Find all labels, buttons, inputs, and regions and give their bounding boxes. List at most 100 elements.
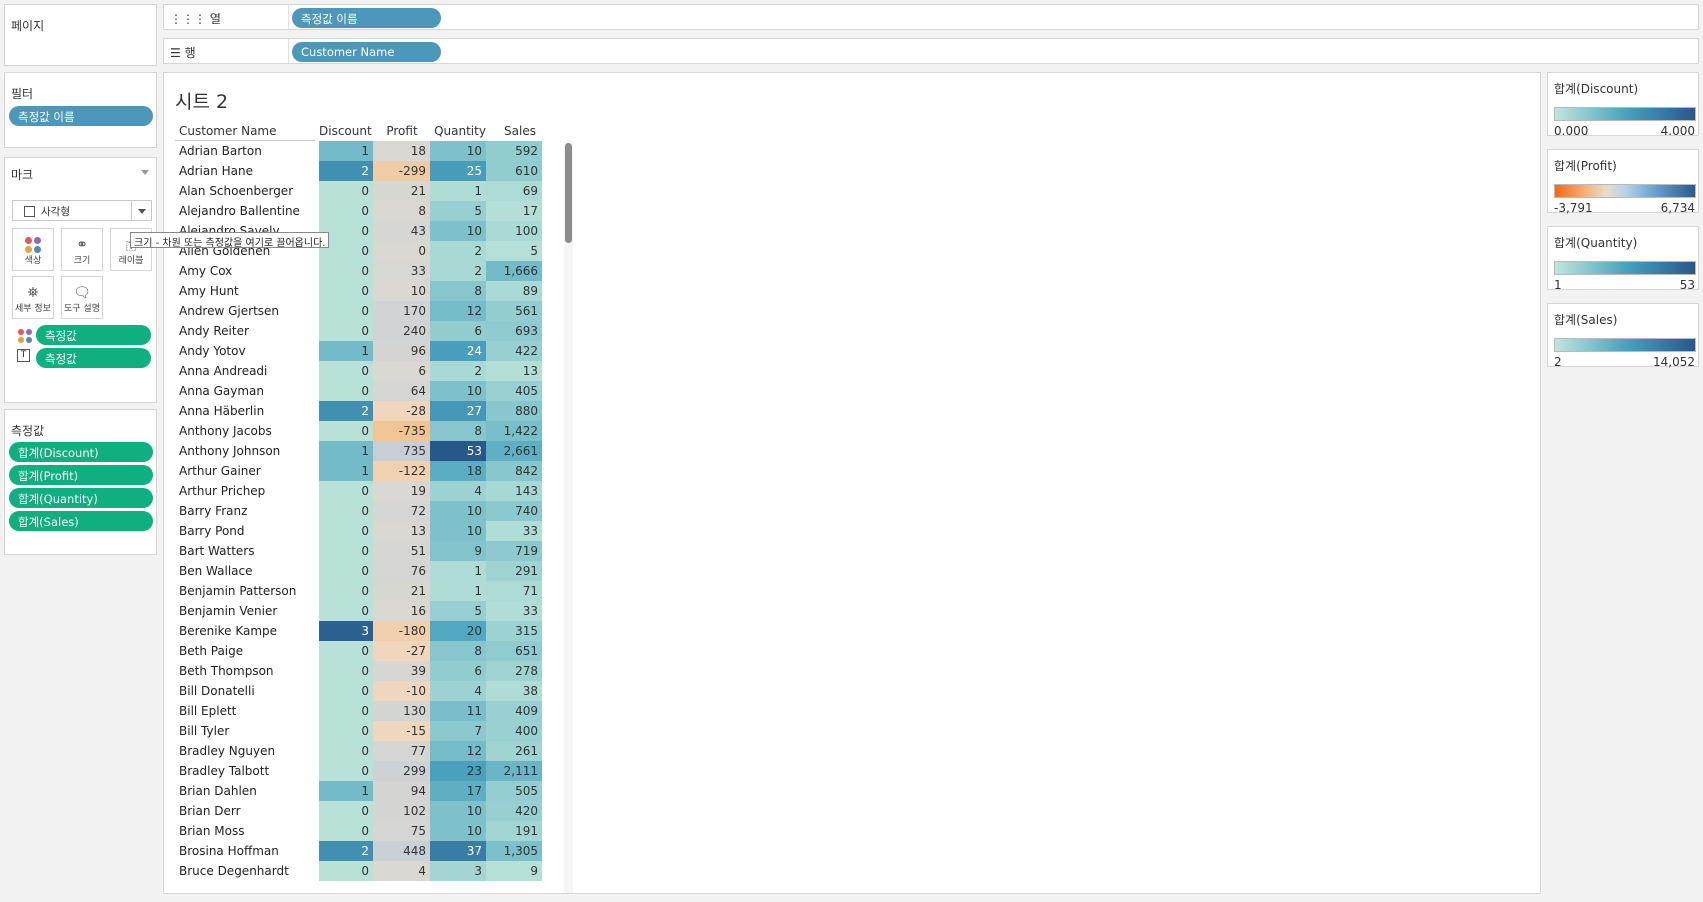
discount-cell[interactable]: 0 bbox=[319, 421, 373, 441]
sales-cell[interactable]: 1,422 bbox=[486, 421, 542, 441]
sales-cell[interactable]: 5 bbox=[486, 241, 542, 261]
customer-name-cell[interactable]: Benjamin Patterson bbox=[179, 584, 296, 598]
discount-cell[interactable]: 0 bbox=[319, 501, 373, 521]
filter-pill-measure-names[interactable]: 측정값 이름 bbox=[9, 106, 153, 126]
customer-name-cell[interactable]: Anna Andreadi bbox=[179, 364, 267, 378]
quantity-cell[interactable]: 17 bbox=[430, 781, 486, 801]
profit-cell[interactable]: 51 bbox=[373, 541, 430, 561]
customer-name-cell[interactable]: Brosina Hoffman bbox=[179, 844, 279, 858]
discount-cell[interactable]: 0 bbox=[319, 601, 373, 621]
quantity-cell[interactable]: 11 bbox=[430, 701, 486, 721]
profit-cell[interactable]: 72 bbox=[373, 501, 430, 521]
profit-cell[interactable]: 10 bbox=[373, 281, 430, 301]
customer-name-cell[interactable]: Alejandro Ballentine bbox=[179, 204, 300, 218]
quantity-cell[interactable]: 2 bbox=[430, 241, 486, 261]
discount-cell[interactable]: 1 bbox=[319, 341, 373, 361]
quantity-cell[interactable]: 10 bbox=[430, 821, 486, 841]
sales-cell[interactable]: 592 bbox=[486, 141, 542, 161]
discount-cell[interactable]: 3 bbox=[319, 621, 373, 641]
profit-cell[interactable]: 77 bbox=[373, 741, 430, 761]
discount-cell[interactable]: 0 bbox=[319, 541, 373, 561]
sales-cell[interactable]: 278 bbox=[486, 661, 542, 681]
customer-name-cell[interactable]: Amy Cox bbox=[179, 264, 232, 278]
column-header-sales[interactable]: Sales bbox=[490, 124, 550, 138]
discount-cell[interactable]: 0 bbox=[319, 281, 373, 301]
customer-name-cell[interactable]: Bradley Talbott bbox=[179, 764, 269, 778]
quantity-cell[interactable]: 10 bbox=[430, 381, 486, 401]
discount-cell[interactable]: 0 bbox=[319, 861, 373, 881]
quantity-cell[interactable]: 2 bbox=[430, 361, 486, 381]
profit-cell[interactable]: -15 bbox=[373, 721, 430, 741]
column-header-customer-name[interactable]: Customer Name bbox=[179, 124, 277, 138]
sales-cell[interactable]: 100 bbox=[486, 221, 542, 241]
customer-name-cell[interactable]: Adrian Barton bbox=[179, 144, 262, 158]
sales-cell[interactable]: 33 bbox=[486, 601, 542, 621]
legend-discount[interactable]: 합계(Discount) 0.000 4.000 bbox=[1547, 72, 1699, 138]
size-button[interactable]: ⚭ 크기 bbox=[61, 228, 103, 271]
quantity-cell[interactable]: 2 bbox=[430, 261, 486, 281]
column-header-discount[interactable]: Discount bbox=[319, 124, 372, 138]
profit-cell[interactable]: 4 bbox=[373, 861, 430, 881]
customer-name-cell[interactable]: Bradley Nguyen bbox=[179, 744, 275, 758]
sales-cell[interactable]: 405 bbox=[486, 381, 542, 401]
discount-cell[interactable]: 2 bbox=[319, 401, 373, 421]
measure-pill-sales[interactable]: 합계(Sales) bbox=[9, 511, 153, 531]
discount-cell[interactable]: 0 bbox=[319, 581, 373, 601]
sales-cell[interactable]: 505 bbox=[486, 781, 542, 801]
customer-name-cell[interactable]: Anthony Johnson bbox=[179, 444, 280, 458]
customer-name-cell[interactable]: Brian Derr bbox=[179, 804, 241, 818]
customer-name-cell[interactable]: Brian Moss bbox=[179, 824, 244, 838]
sales-cell[interactable]: 2,661 bbox=[486, 441, 542, 461]
rows-pill-customer-name[interactable]: Customer Name bbox=[292, 42, 441, 62]
profit-cell[interactable]: 240 bbox=[373, 321, 430, 341]
quantity-cell[interactable]: 4 bbox=[430, 681, 486, 701]
sales-cell[interactable]: 651 bbox=[486, 641, 542, 661]
customer-name-cell[interactable]: Bruce Degenhardt bbox=[179, 864, 289, 878]
discount-cell[interactable]: 0 bbox=[319, 481, 373, 501]
customer-name-cell[interactable]: Arthur Prichep bbox=[179, 484, 265, 498]
quantity-cell[interactable]: 1 bbox=[430, 581, 486, 601]
discount-cell[interactable]: 0 bbox=[319, 821, 373, 841]
sales-cell[interactable]: 13 bbox=[486, 361, 542, 381]
profit-cell[interactable]: -27 bbox=[373, 641, 430, 661]
profit-cell[interactable]: 13 bbox=[373, 521, 430, 541]
customer-name-cell[interactable]: Bill Tyler bbox=[179, 724, 229, 738]
sales-cell[interactable]: 38 bbox=[486, 681, 542, 701]
profit-cell[interactable]: 39 bbox=[373, 661, 430, 681]
profit-cell[interactable]: -299 bbox=[373, 161, 430, 181]
quantity-cell[interactable]: 23 bbox=[430, 761, 486, 781]
profit-cell[interactable]: 102 bbox=[373, 801, 430, 821]
measure-pill-profit[interactable]: 합계(Profit) bbox=[9, 465, 153, 485]
customer-name-cell[interactable]: Adrian Hane bbox=[179, 164, 253, 178]
profit-cell[interactable]: 76 bbox=[373, 561, 430, 581]
sales-cell[interactable]: 1,305 bbox=[486, 841, 542, 861]
customer-name-cell[interactable]: Beth Paige bbox=[179, 644, 243, 658]
customer-name-cell[interactable]: Beth Thompson bbox=[179, 664, 274, 678]
sales-cell[interactable]: 420 bbox=[486, 801, 542, 821]
discount-cell[interactable]: 0 bbox=[319, 661, 373, 681]
column-header-profit[interactable]: Profit bbox=[373, 124, 431, 138]
discount-cell[interactable]: 1 bbox=[319, 781, 373, 801]
sales-cell[interactable]: 693 bbox=[486, 321, 542, 341]
profit-cell[interactable]: 94 bbox=[373, 781, 430, 801]
quantity-cell[interactable]: 20 bbox=[430, 621, 486, 641]
filters-panel[interactable]: 필터 측정값 이름 bbox=[4, 72, 157, 148]
sales-cell[interactable]: 261 bbox=[486, 741, 542, 761]
discount-cell[interactable]: 0 bbox=[319, 381, 373, 401]
quantity-cell[interactable]: 6 bbox=[430, 321, 486, 341]
profit-cell[interactable]: -10 bbox=[373, 681, 430, 701]
sales-cell[interactable]: 842 bbox=[486, 461, 542, 481]
quantity-cell[interactable]: 12 bbox=[430, 301, 486, 321]
quantity-cell[interactable]: 1 bbox=[430, 181, 486, 201]
customer-name-cell[interactable]: Ben Wallace bbox=[179, 564, 253, 578]
measure-pill-discount[interactable]: 합계(Discount) bbox=[9, 442, 153, 462]
discount-cell[interactable]: 0 bbox=[319, 681, 373, 701]
sales-cell[interactable]: 69 bbox=[486, 181, 542, 201]
detail-button[interactable]: ⛯ 세부 정보 bbox=[12, 276, 54, 319]
customer-name-cell[interactable]: Anthony Jacobs bbox=[179, 424, 272, 438]
profit-cell[interactable]: 43 bbox=[373, 221, 430, 241]
quantity-cell[interactable]: 10 bbox=[430, 141, 486, 161]
quantity-cell[interactable]: 7 bbox=[430, 721, 486, 741]
profit-cell[interactable]: 735 bbox=[373, 441, 430, 461]
quantity-cell[interactable]: 18 bbox=[430, 461, 486, 481]
